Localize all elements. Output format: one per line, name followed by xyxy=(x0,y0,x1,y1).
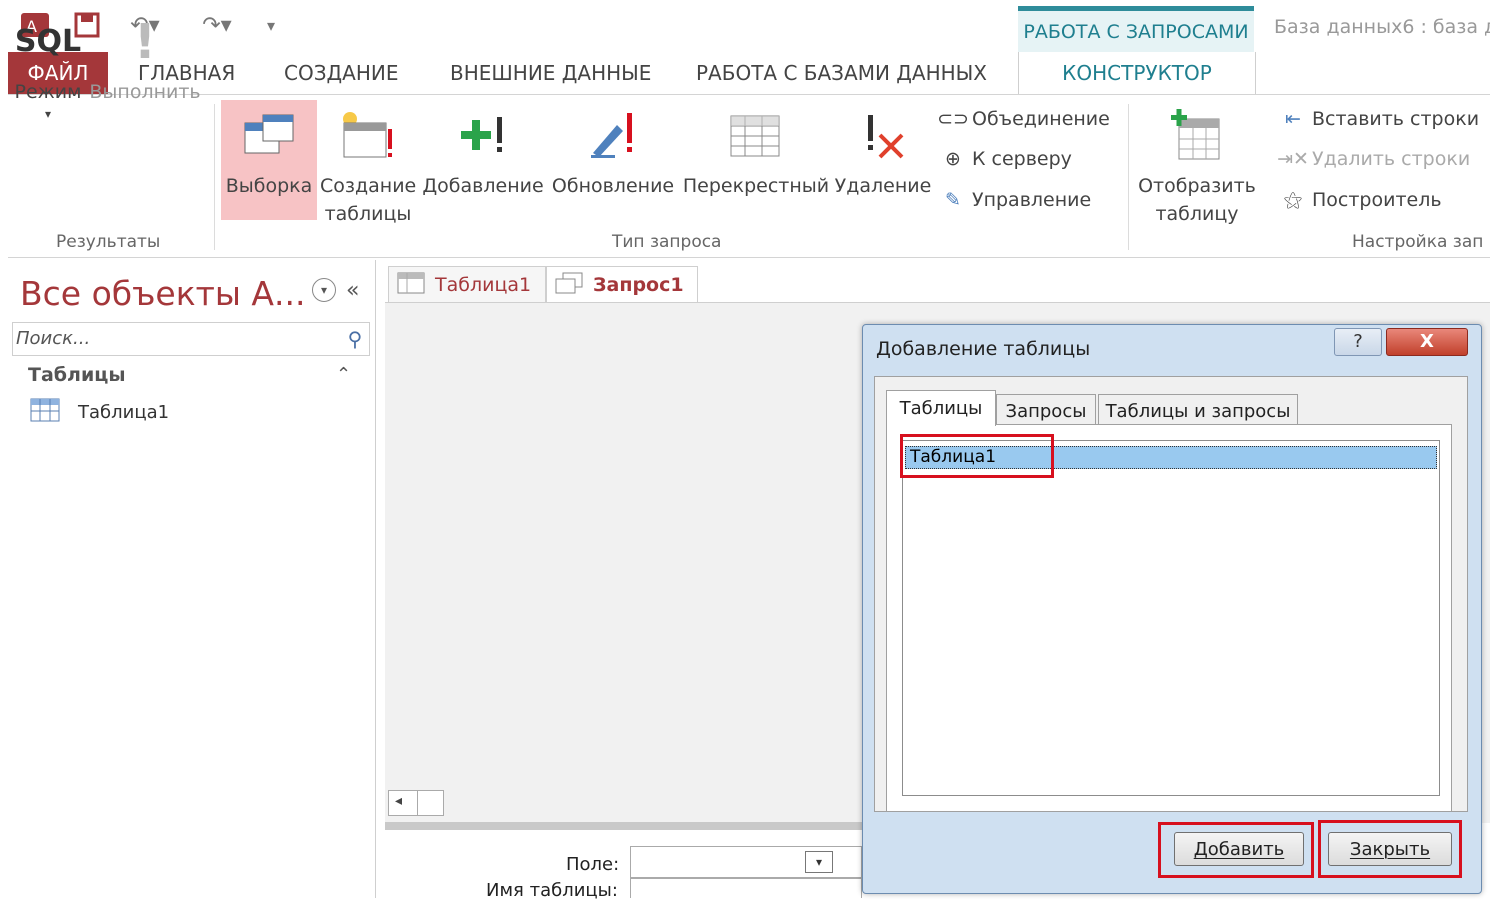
search-icon[interactable]: ⚲ xyxy=(340,324,370,354)
help-button[interactable]: ? xyxy=(1334,328,1382,356)
append-query-button[interactable]: Добавление xyxy=(422,100,544,200)
dialog-close-x-button[interactable]: X xyxy=(1386,328,1468,356)
crosstab-label: Перекрестный xyxy=(682,175,830,197)
select-query-icon xyxy=(221,100,317,172)
union-label: Объединение xyxy=(972,108,1110,130)
collapse-pane-icon[interactable]: « xyxy=(346,278,359,303)
builder-label: Построитель xyxy=(1312,189,1442,211)
run-label: Выполнить xyxy=(89,81,201,103)
search-placeholder: Поиск... xyxy=(16,328,91,349)
show-table-label-2: таблицу xyxy=(1155,203,1239,225)
make-table-label-1: Создание xyxy=(320,175,417,197)
doc-tab-query1[interactable]: Запрос1 xyxy=(546,266,698,303)
make-table-icon xyxy=(320,100,416,172)
show-table-icon xyxy=(1136,100,1258,172)
horizontal-scrollbar[interactable]: ◂ xyxy=(388,790,444,816)
chevron-down-icon: ▾ xyxy=(44,107,52,121)
data-definition-icon: ✎ xyxy=(945,189,961,211)
grid-field-label: Поле: xyxy=(566,854,620,875)
doc-tab-table1-label: Таблица1 xyxy=(435,274,532,296)
table-icon xyxy=(30,398,60,426)
doc-tab-table1[interactable]: Таблица1 xyxy=(388,266,546,303)
window-title: База данных6 : база данных xyxy=(1274,16,1490,38)
builder-wand-icon: ⚝ xyxy=(1283,189,1303,211)
tab-design[interactable]: КОНСТРУКТОР xyxy=(1018,52,1256,94)
pane-splitter[interactable] xyxy=(385,822,865,830)
exclamation-icon: ! xyxy=(134,14,156,70)
nav-item-table1[interactable]: Таблица1 xyxy=(78,402,169,423)
context-group-label: РАБОТА С ЗАПРОСАМИ xyxy=(1023,21,1249,43)
dialog-tab-tables[interactable]: Таблицы xyxy=(886,390,996,426)
dialog-title: Добавление таблицы xyxy=(876,338,1091,360)
ribbon-tabs: ФАЙЛ ГЛАВНАЯ СОЗДАНИЕ ВНЕШНИЕ ДАННЫЕ РАБ… xyxy=(0,52,1490,94)
mode-button[interactable]: SQL Режим ▾ xyxy=(12,6,84,122)
title-bar: A ↶▾ ↷▾ ▾ xyxy=(0,0,1490,52)
select-query-label: Выборка xyxy=(225,175,313,197)
make-table-label-2: таблицы xyxy=(324,203,412,225)
ribbon-separator xyxy=(214,104,215,250)
delete-query-button[interactable]: Удаление xyxy=(834,100,932,200)
show-table-button[interactable]: Отобразить таблицу xyxy=(1136,100,1258,228)
highlight-frame xyxy=(900,434,1054,478)
highlight-frame xyxy=(1158,822,1314,878)
crosstab-query-button[interactable]: Перекрестный xyxy=(682,100,830,200)
tab-create[interactable]: СОЗДАНИЕ xyxy=(284,52,398,94)
mode-label: Режим xyxy=(14,81,82,103)
delete-rows-button[interactable]: ⇥✕ Удалить строки xyxy=(1277,148,1471,170)
delete-rows-icon: ⇥✕ xyxy=(1277,148,1309,170)
update-pencil-icon xyxy=(550,100,676,172)
table-icon xyxy=(397,272,425,299)
group-query-setup-label: Настройка запроса xyxy=(1352,232,1484,252)
collapse-group-icon[interactable]: ⌃ xyxy=(336,364,351,385)
tab-database-tools[interactable]: РАБОТА С БАЗАМИ ДАННЫХ xyxy=(696,52,987,94)
grid-table-cell[interactable] xyxy=(630,878,862,898)
insert-rows-icon: ⇤ xyxy=(1285,108,1301,130)
sql-icon: SQL xyxy=(14,24,82,59)
scroll-thumb-divider xyxy=(417,791,418,815)
show-table-label-1: Отобразить xyxy=(1138,175,1256,197)
doc-tab-query1-label: Запрос1 xyxy=(593,274,684,296)
select-query-button[interactable]: Выборка xyxy=(221,100,317,220)
context-tab-group: РАБОТА С ЗАПРОСАМИ xyxy=(1018,6,1254,52)
nav-menu-chevron-icon[interactable]: ▾ xyxy=(312,278,336,302)
update-label: Обновление xyxy=(551,175,675,197)
tables-listbox[interactable] xyxy=(902,440,1440,796)
delete-label: Удаление xyxy=(834,175,932,197)
scroll-left-icon[interactable]: ◂ xyxy=(395,793,402,809)
crosstab-icon xyxy=(682,100,830,172)
pass-through-button[interactable]: ⊕ К серверу xyxy=(938,148,1072,170)
builder-button[interactable]: ⚝ Построитель xyxy=(1278,189,1442,211)
make-table-button[interactable]: Создание таблицы xyxy=(320,100,416,228)
group-query-type-label: Тип запроса xyxy=(612,232,722,252)
append-label: Добавление xyxy=(422,175,544,197)
group-results-label: Результаты xyxy=(56,232,161,252)
highlight-frame xyxy=(1318,820,1462,878)
append-icon xyxy=(422,100,544,172)
union-circles-icon: ⊂⊃ xyxy=(937,108,969,130)
ribbon-separator xyxy=(1128,104,1129,250)
query-icon xyxy=(555,272,583,299)
nav-group-tables[interactable]: Таблицы xyxy=(28,364,126,386)
dialog-tab-queries[interactable]: Запросы xyxy=(996,394,1096,428)
delete-rows-label: Удалить строки xyxy=(1312,148,1471,170)
insert-rows-button[interactable]: ⇤ Вставить строки xyxy=(1278,108,1479,130)
delete-x-icon xyxy=(834,100,932,172)
nav-pane-title[interactable]: Все объекты А... xyxy=(20,274,305,313)
grid-field-cell[interactable]: ▾ xyxy=(630,846,862,878)
data-definition-button[interactable]: ✎ Управление xyxy=(938,189,1091,211)
update-query-button[interactable]: Обновление xyxy=(550,100,676,200)
tab-external-data[interactable]: ВНЕШНИЕ ДАННЫЕ xyxy=(450,52,651,94)
dropdown-arrow-icon[interactable]: ▾ xyxy=(805,851,833,873)
customize-qat-icon[interactable]: ▾ xyxy=(258,10,284,40)
globe-icon: ⊕ xyxy=(945,148,961,170)
data-definition-label: Управление xyxy=(972,189,1092,211)
pass-through-label: К серверу xyxy=(972,148,1072,170)
run-button[interactable]: ! Выполнить xyxy=(88,6,202,106)
dialog-tab-both[interactable]: Таблицы и запросы xyxy=(1098,394,1298,428)
union-query-button[interactable]: ⊂⊃ Объединение xyxy=(937,108,1110,130)
insert-rows-label: Вставить строки xyxy=(1312,108,1480,130)
